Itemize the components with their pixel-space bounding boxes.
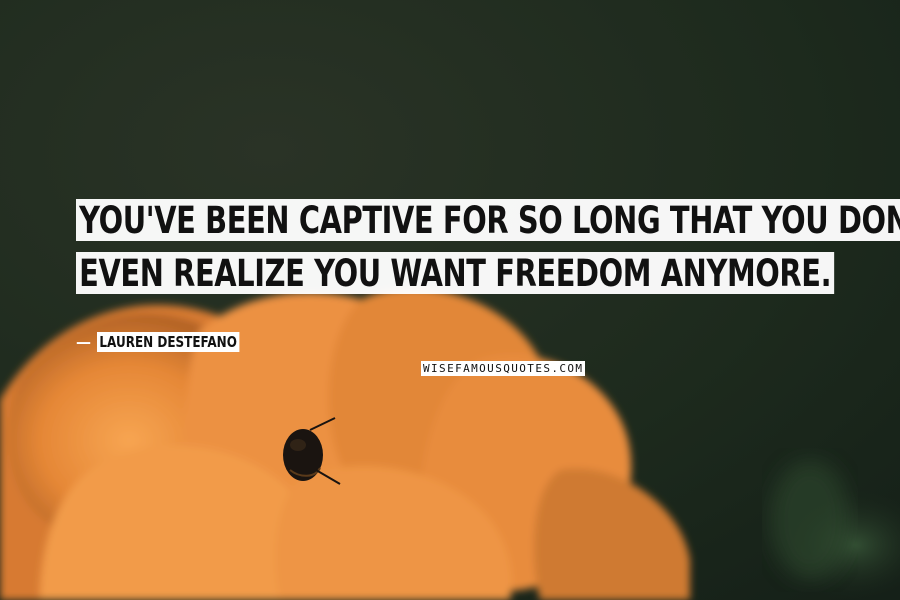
- quote-image: YOU'VE BEEN CAPTIVE FOR SO LONG THAT YOU…: [0, 0, 900, 600]
- site-watermark: WISEFAMOUSQUOTES.COM: [421, 361, 586, 376]
- author-attribution: — LAUREN DESTEFANO: [76, 332, 275, 352]
- quote-line-2: EVEN REALIZE YOU WANT FREEDOM ANYMORE.: [76, 252, 835, 295]
- author-dash: —: [76, 333, 91, 351]
- quote-line-1: YOU'VE BEEN CAPTIVE FOR SO LONG THAT YOU…: [76, 199, 900, 242]
- quote-text: YOU'VE BEEN CAPTIVE FOR SO LONG THAT YOU…: [76, 196, 900, 302]
- author-name: LAUREN DESTEFANO: [97, 332, 240, 352]
